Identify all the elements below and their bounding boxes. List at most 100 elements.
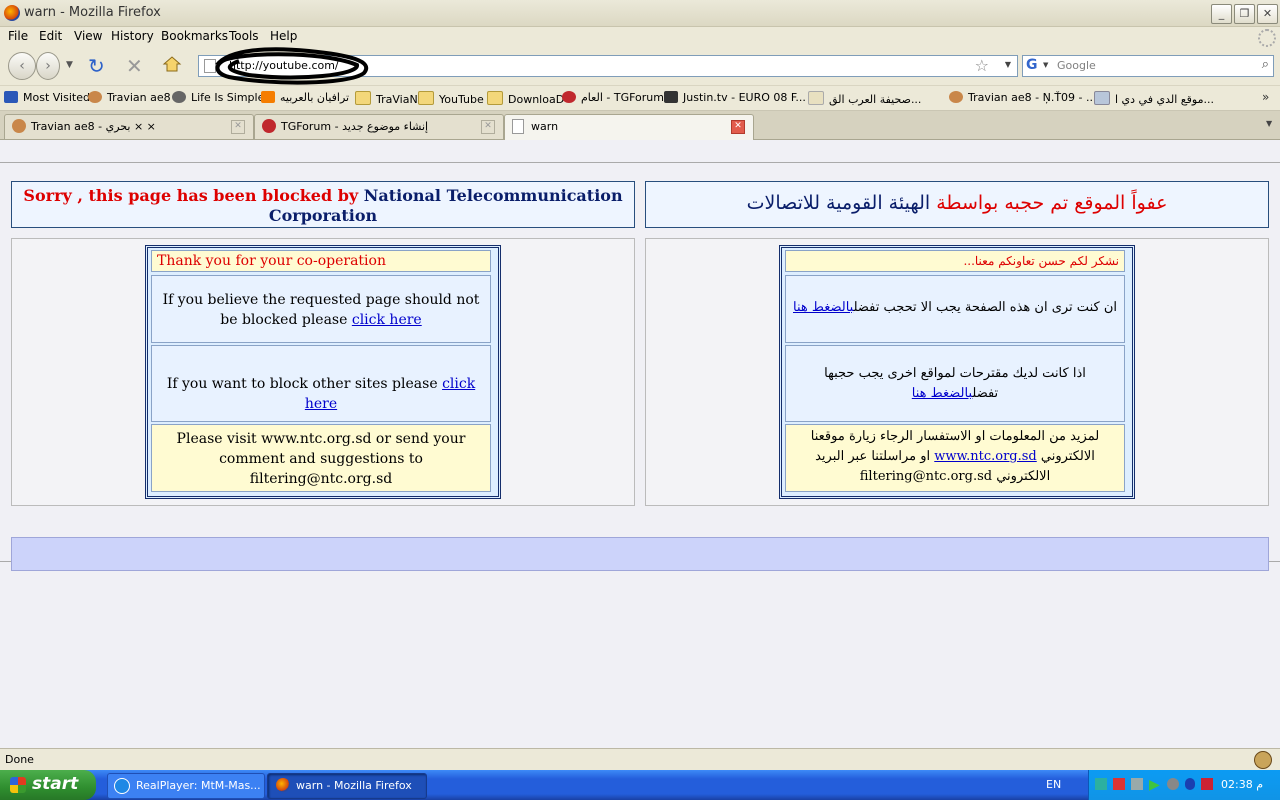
bookmarks-overflow-icon[interactable]: » (1262, 90, 1269, 104)
bookmarks-toolbar: Most Visited Travian ae8 Life Is Simple … (0, 86, 1280, 111)
bookmark-travian-folder[interactable]: TraViaN (355, 91, 418, 106)
english-unblock-row: If you believe the requested page should… (151, 275, 491, 343)
speaker-icon[interactable] (1167, 778, 1179, 790)
start-button[interactable]: start (0, 770, 96, 800)
maximize-button[interactable]: ❐ (1234, 4, 1255, 24)
bookmark-download-folder[interactable]: DownloaD (487, 91, 564, 106)
windows-logo-icon (10, 777, 26, 793)
status-bar: Done (0, 748, 1280, 771)
google-icon[interactable]: G (1026, 57, 1038, 73)
bookmark-most-visited[interactable]: Most Visited (4, 91, 90, 104)
search-input[interactable]: Google (1057, 59, 1096, 72)
clock[interactable]: 02:38 م (1221, 778, 1263, 791)
english-header: Sorry , this page has been blocked by Na… (11, 181, 635, 228)
tab-tgforum[interactable]: TGForum - إنشاء موضوع جديد ✕ (254, 114, 504, 139)
tab-travian[interactable]: Travian ae8 - بحري × × ✕ (4, 114, 254, 139)
play-icon[interactable]: ▶ (1149, 777, 1160, 793)
star-icon[interactable]: ☆ (975, 56, 989, 75)
search-box[interactable]: G ▼ Google ⌕ (1022, 55, 1274, 77)
arabic-contact-row: لمزيد من المعلومات او الاستفسار الرجاء ز… (785, 424, 1125, 492)
reload-icon[interactable]: ↻ (88, 54, 105, 78)
tab-list-icon[interactable]: ▼ (1266, 119, 1272, 128)
close-window-button[interactable]: ✕ (1257, 4, 1278, 24)
english-panel: Thank you for your co-operation If you b… (11, 238, 635, 506)
tray-app-icon[interactable] (1201, 778, 1213, 790)
menu-file[interactable]: File (8, 29, 28, 43)
url-text: http://youtube.com/ (229, 59, 339, 72)
throbber-icon (1258, 29, 1276, 47)
history-dropdown-icon[interactable]: ▼ (66, 60, 73, 70)
forward-button[interactable]: › (36, 52, 60, 80)
tab-bar: Travian ae8 - بحري × × ✕ TGForum - إنشاء… (0, 111, 1280, 140)
travian-icon (12, 119, 26, 133)
bookmark-tgforum[interactable]: العام - TGForum (562, 91, 664, 104)
ntc-website-link[interactable]: www.ntc.org.sd (934, 449, 1036, 464)
tab-close-button[interactable]: ✕ (481, 120, 495, 134)
arabic-thanks: نشكر لكم حسن تعاونكم معنا... (785, 250, 1125, 272)
tab-close-button[interactable]: ✕ (231, 120, 245, 134)
arabic-card: نشكر لكم حسن تعاونكم معنا... ان كنت ترى … (779, 245, 1135, 499)
system-tray: ▶ 02:38 م (1088, 770, 1280, 800)
english-contact-row: Please visit www.ntc.org.sd or send your… (151, 424, 491, 492)
arabic-header: عفواً الموقع تم حجبه بواسطة الهيئة القوم… (645, 181, 1269, 228)
search-magnifier-icon[interactable]: ⌕ (1262, 57, 1269, 72)
menu-view[interactable]: View (74, 29, 102, 43)
arabic-suggest-row: اذا كانت لديك مقترحات لمواقع اخرى يجب حج… (785, 345, 1125, 422)
url-dropdown-icon[interactable]: ▼ (1005, 60, 1011, 69)
english-thanks: Thank you for your co-operation (151, 250, 491, 272)
home-icon[interactable] (162, 55, 182, 73)
page-content: Sorry , this page has been blocked by Na… (0, 140, 1280, 748)
folder-icon (355, 91, 371, 105)
bookmark-youtube-folder[interactable]: YouTube (418, 91, 484, 106)
unblock-request-link[interactable]: click here (352, 312, 422, 328)
arabic-panel: نشكر لكم حسن تعاونكم معنا... ان كنت ترى … (645, 238, 1269, 506)
window-title-bar: warn - Mozilla Firefox _ ❐ ✕ (0, 0, 1280, 27)
tab-close-button[interactable]: ✕ (731, 120, 745, 134)
tgforum-icon (562, 91, 576, 103)
menu-bookmarks[interactable]: Bookmarks (161, 29, 228, 43)
language-indicator[interactable]: EN (1046, 778, 1061, 791)
travian-icon (949, 91, 963, 103)
bookmark-alarab[interactable]: صحيفة العرب الق... (808, 91, 921, 106)
travian-icon (88, 91, 102, 103)
bluetooth-icon[interactable] (1185, 778, 1195, 790)
english-block-row: If you want to block other sites please … (151, 345, 491, 422)
bookmark-dvd-site[interactable]: موقع الدي في دي ا... (1094, 91, 1214, 106)
url-bar[interactable]: http://youtube.com/ ☆ ▼ (198, 47, 1018, 85)
bookmark-travian[interactable]: Travian ae8 (88, 91, 171, 104)
addon-status-icon[interactable] (1254, 751, 1272, 769)
bookmark-travian-2[interactable]: Travian ae8 - Ņ.Ť09 - ... (949, 91, 1097, 104)
blogger-icon (261, 91, 275, 103)
taskbar-item-firefox[interactable]: warn - Mozilla Firefox (267, 773, 427, 799)
page-icon (512, 119, 524, 134)
menu-history[interactable]: History (111, 29, 154, 43)
tgforum-icon (262, 119, 276, 133)
stop-icon[interactable]: ✕ (126, 54, 143, 78)
bookmark-justin-tv[interactable]: Justin.tv - EURO 08 F... (664, 91, 806, 104)
folder-icon (4, 91, 18, 103)
security-icon[interactable] (1113, 778, 1125, 790)
minimize-button[interactable]: _ (1211, 4, 1232, 24)
footer-bar (11, 537, 1269, 571)
wordpress-icon (172, 91, 186, 103)
display-icon[interactable] (1131, 778, 1143, 790)
justin-icon (664, 91, 678, 103)
taskbar-item-realplayer[interactable]: RealPlayer: MtM-Mas... (107, 773, 265, 799)
bookmark-life-is-simple[interactable]: Life Is Simple (172, 91, 264, 104)
menu-edit[interactable]: Edit (39, 29, 62, 43)
arabic-unblock-link[interactable]: بالضغط هنا (793, 300, 854, 315)
bookmark-travian-arabic[interactable]: ترافيان بالعربيه (261, 91, 349, 104)
tab-warn[interactable]: warn ✕ (504, 114, 754, 140)
menu-tools[interactable]: Tools (229, 29, 259, 43)
status-text: Done (5, 753, 34, 766)
navigation-toolbar: ‹ › ▼ ↻ ✕ http://youtube.com/ ☆ ▼ G ▼ Go… (0, 47, 1280, 86)
arabic-suggest-link[interactable]: بالضغط هنا (912, 386, 973, 401)
page-icon (808, 91, 824, 105)
back-button[interactable]: ‹ (8, 52, 36, 80)
folder-icon (418, 91, 434, 105)
menu-help[interactable]: Help (270, 29, 297, 43)
network-icon[interactable] (1095, 778, 1107, 790)
english-card: Thank you for your co-operation If you b… (145, 245, 501, 499)
engine-dropdown-icon[interactable]: ▼ (1043, 61, 1048, 69)
arabic-unblock-row: ان كنت ترى ان هذه الصفحة يجب الا تحجب تف… (785, 275, 1125, 343)
